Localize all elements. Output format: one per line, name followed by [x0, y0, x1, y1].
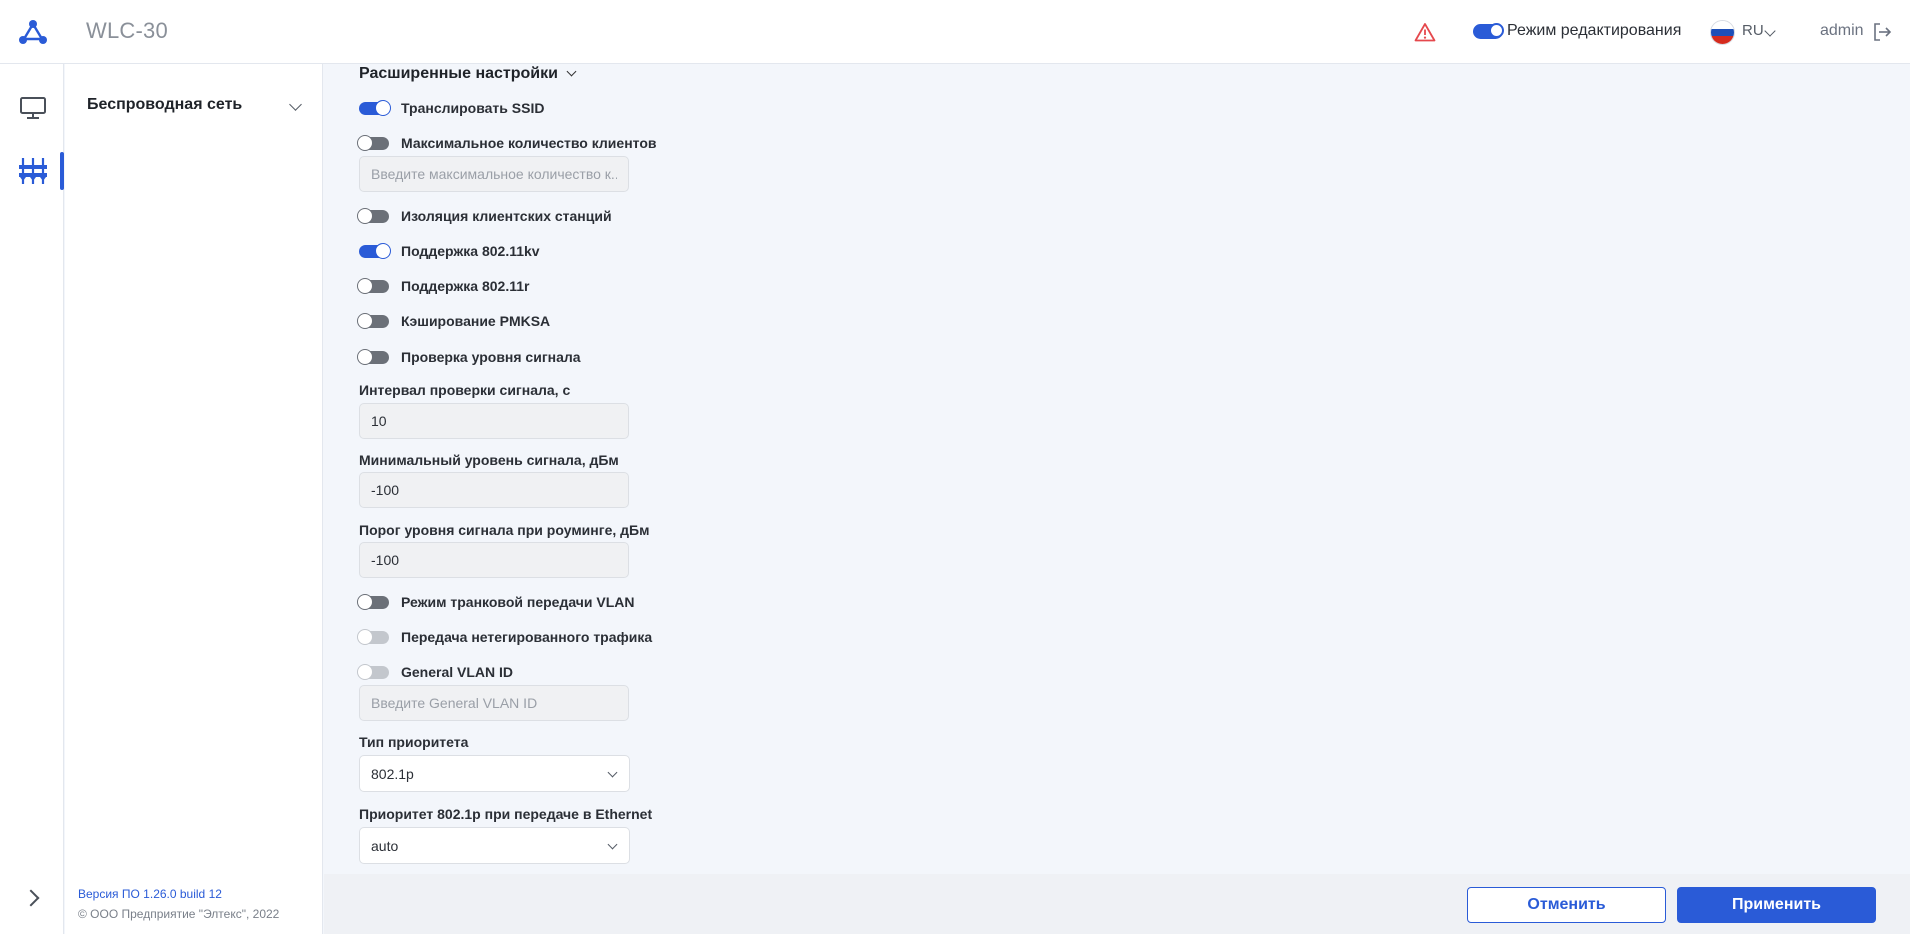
- network-icon[interactable]: [18, 156, 48, 186]
- user-name: admin: [1820, 22, 1864, 39]
- broadcast-ssid-label: Транслировать SSID: [401, 100, 545, 116]
- language-selector[interactable]: RU: [1742, 22, 1764, 39]
- priority-type-select[interactable]: 802.1p: [359, 755, 630, 792]
- max-clients-label: Максимальное количество клиентов: [401, 135, 657, 151]
- chevron-right-icon[interactable]: [22, 889, 40, 907]
- general-vlan-label: General VLAN ID: [401, 664, 514, 680]
- section-title-label: Расширенные настройки: [359, 65, 558, 82]
- client-isolation-toggle[interactable]: [357, 207, 389, 224]
- roaming-threshold-input[interactable]: [359, 542, 629, 578]
- eth-priority-select[interactable]: auto: [359, 827, 630, 864]
- pmksa-caching-row: Кэширование PMKSA: [357, 311, 551, 331]
- min-signal-label: Минимальный уровень сигнала, дБм: [359, 452, 619, 468]
- version-link[interactable]: Версия ПО 1.26.0 build 12: [78, 887, 222, 901]
- apply-button[interactable]: Применить: [1677, 887, 1876, 923]
- signal-check-row: Проверка уровня сигнала: [357, 347, 581, 367]
- support-80211kv-label: Поддержка 802.11kv: [401, 243, 540, 259]
- untagged-traffic-row: Передача нетегированного трафика: [357, 627, 653, 647]
- pmksa-caching-toggle[interactable]: [357, 312, 389, 329]
- roaming-threshold-label: Порог уровня сигнала при роуминге, дБм: [359, 522, 650, 538]
- untagged-traffic-label: Передача нетегированного трафика: [401, 629, 653, 645]
- max-clients-toggle[interactable]: [357, 134, 389, 151]
- vlan-trunk-label: Режим транковой передачи VLAN: [401, 594, 635, 610]
- sidebar-item-wireless[interactable]: Беспроводная сеть: [87, 96, 242, 114]
- pmksa-caching-label: Кэширование PMKSA: [401, 313, 551, 329]
- support-80211kv-toggle[interactable]: [359, 242, 391, 259]
- general-vlan-toggle[interactable]: [357, 663, 389, 680]
- support-80211r-row: Поддержка 802.11r: [357, 276, 530, 296]
- general-vlan-input[interactable]: [359, 685, 629, 721]
- vlan-trunk-toggle[interactable]: [357, 593, 389, 610]
- app-title: WLC-30: [86, 18, 168, 43]
- edit-mode-label: Режим редактирования: [1507, 22, 1682, 39]
- signal-interval-label: Интервал проверки сигнала, с: [359, 382, 571, 398]
- chevron-down-icon: [566, 66, 577, 77]
- section-title[interactable]: Расширенные настройки: [359, 65, 577, 83]
- settings-form: Расширенные настройки Транслировать SSID…: [324, 64, 1910, 874]
- flag-ru-icon[interactable]: [1710, 20, 1735, 45]
- copyright: © ООО Предприятие "Элтекс", 2022: [78, 907, 280, 921]
- priority-type-label: Тип приоритета: [359, 734, 469, 750]
- footer-bar: Отменить Применить: [324, 874, 1910, 934]
- warning-icon[interactable]: [1414, 22, 1436, 42]
- eth-priority-label: Приоритет 802.1p при передаче в Ethernet: [359, 806, 653, 822]
- client-isolation-label: Изоляция клиентских станций: [401, 208, 612, 224]
- logo-icon[interactable]: [18, 19, 48, 45]
- top-bar: WLC-30 Режим редактирования RU admin: [0, 0, 1910, 64]
- client-isolation-row: Изоляция клиентских станций: [357, 206, 612, 226]
- chevron-down-icon: [607, 839, 618, 850]
- monitor-icon[interactable]: [19, 96, 47, 120]
- logout-icon[interactable]: [1872, 22, 1892, 42]
- min-signal-input[interactable]: [359, 472, 629, 508]
- general-vlan-row: General VLAN ID: [357, 662, 514, 682]
- broadcast-ssid-row: Транслировать SSID: [359, 98, 544, 118]
- vlan-trunk-row: Режим транковой передачи VLAN: [357, 592, 635, 612]
- edit-mode-toggle[interactable]: [1473, 23, 1504, 39]
- chevron-down-icon[interactable]: [289, 98, 302, 111]
- chevron-down-icon: [607, 767, 618, 778]
- support-80211r-label: Поддержка 802.11r: [401, 278, 530, 294]
- support-80211kv-row: Поддержка 802.11kv: [359, 241, 540, 261]
- nav-rail: [0, 64, 64, 934]
- chevron-down-icon[interactable]: [1764, 25, 1776, 37]
- sidebar: Беспроводная сеть Версия ПО 1.26.0 build…: [65, 64, 323, 934]
- signal-check-toggle[interactable]: [357, 348, 389, 365]
- broadcast-ssid-toggle[interactable]: [359, 99, 391, 116]
- signal-interval-input[interactable]: [359, 403, 629, 439]
- max-clients-input[interactable]: [359, 156, 629, 192]
- signal-check-label: Проверка уровня сигнала: [401, 349, 581, 365]
- untagged-traffic-toggle[interactable]: [357, 628, 389, 645]
- cancel-button[interactable]: Отменить: [1467, 887, 1666, 923]
- eth-priority-value: auto: [371, 838, 399, 854]
- support-80211r-toggle[interactable]: [357, 277, 389, 294]
- active-indicator: [60, 152, 64, 190]
- priority-type-value: 802.1p: [371, 766, 414, 782]
- max-clients-row: Максимальное количество клиентов: [357, 133, 657, 153]
